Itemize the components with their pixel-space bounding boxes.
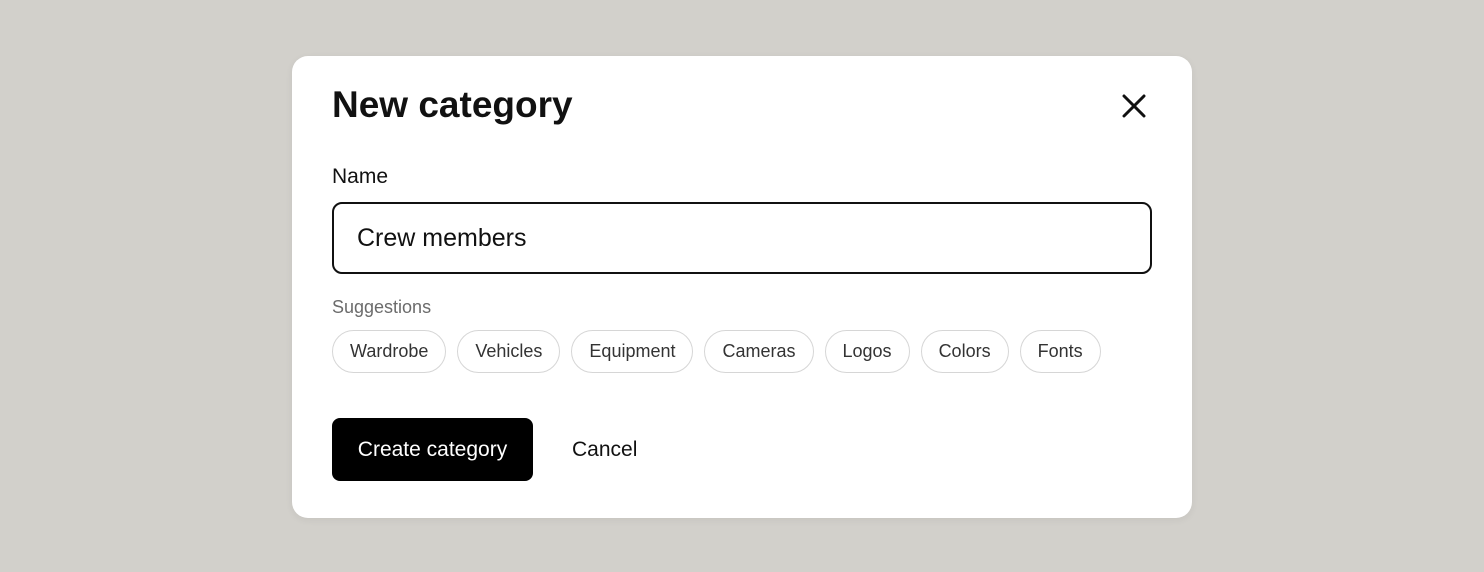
cancel-button[interactable]: Cancel — [554, 418, 655, 481]
new-category-dialog: New category Name Suggestions Wardrobe V… — [292, 56, 1192, 518]
suggestions-label: Suggestions — [332, 297, 432, 317]
suggestion-chip-vehicles[interactable]: Vehicles — [457, 330, 561, 373]
name-input[interactable] — [332, 202, 1152, 274]
create-category-button[interactable]: Create category — [332, 418, 533, 481]
suggestion-chips: Wardrobe Vehicles Equipment Cameras Logo… — [332, 330, 1101, 373]
name-label: Name — [332, 165, 389, 188]
suggestion-chip-equipment[interactable]: Equipment — [571, 330, 694, 373]
close-icon — [1121, 93, 1147, 119]
close-button[interactable] — [1116, 86, 1152, 126]
suggestion-chip-wardrobe[interactable]: Wardrobe — [332, 330, 447, 373]
suggestion-chip-fonts[interactable]: Fonts — [1019, 330, 1101, 373]
suggestion-chip-cameras[interactable]: Cameras — [704, 330, 814, 373]
suggestion-chip-colors[interactable]: Colors — [920, 330, 1009, 373]
dialog-title: New category — [332, 84, 573, 125]
suggestion-chip-logos[interactable]: Logos — [824, 330, 910, 373]
